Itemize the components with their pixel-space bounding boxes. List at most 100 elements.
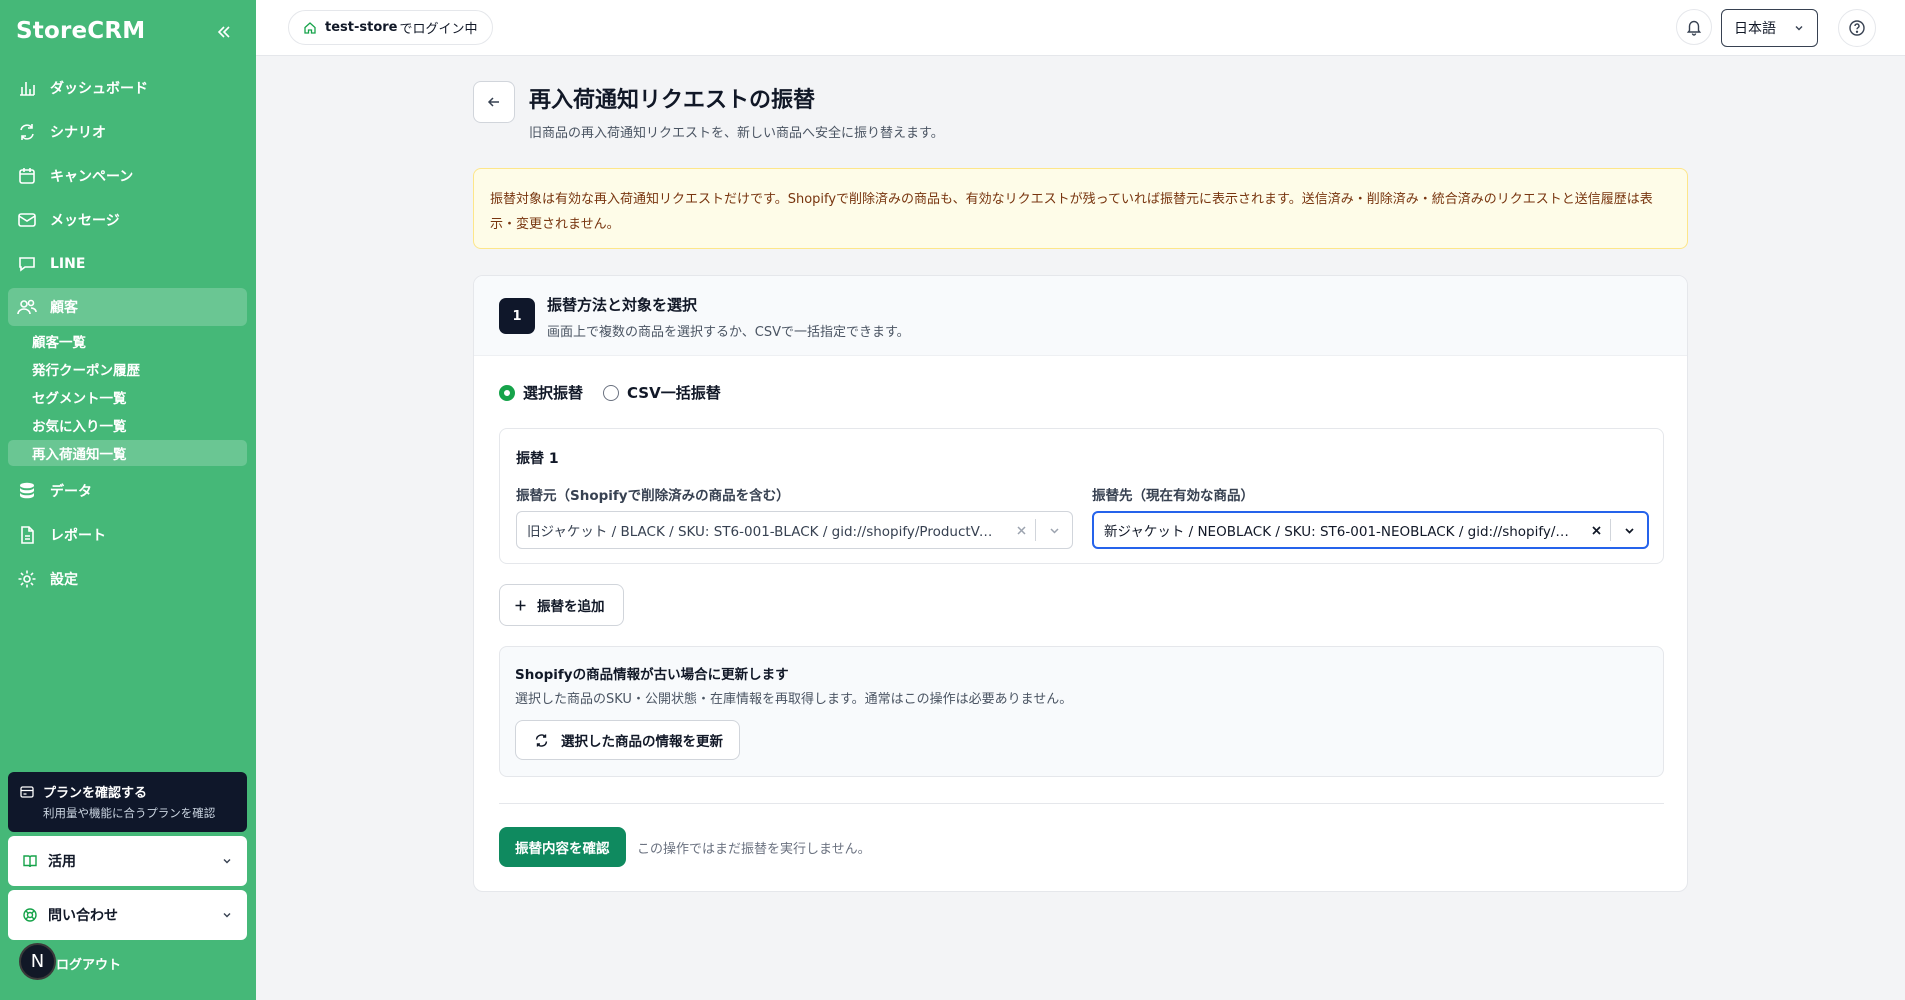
gear-icon <box>16 568 38 590</box>
sidebar: StoreCRM ダッシュボード シナリオ キャンペーン メッセージ LINE … <box>0 0 256 1000</box>
radio-csv-transfer[interactable] <box>603 384 620 401</box>
support-icon <box>22 907 38 923</box>
bell-icon <box>1685 18 1703 36</box>
nav-item-settings[interactable]: 設定 <box>8 560 247 598</box>
refresh-panel-title: Shopifyの商品情報が古い場合に更新します <box>515 667 789 683</box>
calendar-icon <box>16 165 38 187</box>
credit-card-icon <box>20 785 34 798</box>
add-transfer-label: 振替を追加 <box>537 599 605 615</box>
logout-link[interactable]: ログアウト <box>56 954 121 973</box>
sub-item-label: 発行クーポン履歴 <box>32 363 140 379</box>
source-product-select[interactable]: 旧ジャケット / BLACK / SKU: ST6-001-BLACK / gi… <box>516 511 1073 549</box>
chat-icon <box>16 253 38 275</box>
radio-label[interactable]: 選択振替 <box>523 382 583 403</box>
radio-selection-transfer[interactable] <box>499 384 515 401</box>
add-transfer-button[interactable]: 振替を追加 <box>499 584 624 626</box>
language-value: 日本語 <box>1734 21 1776 37</box>
accordion-label: 活用 <box>48 854 76 870</box>
target-product-value: 新ジャケット / NEOBLACK / SKU: ST6-001-NEOBLAC… <box>1104 524 1582 540</box>
nav-item-scenario[interactable]: シナリオ <box>8 113 247 151</box>
nav-item-customers[interactable]: 顧客 <box>8 288 247 326</box>
plus-icon <box>514 599 527 612</box>
nav-item-label: レポート <box>50 528 106 544</box>
nav-item-campaign[interactable]: キャンペーン <box>8 157 247 195</box>
nav-item-label: キャンペーン <box>50 169 134 185</box>
help-icon <box>1848 19 1866 37</box>
nav-item-label: データ <box>50 484 92 500</box>
users-icon <box>16 296 38 318</box>
refresh-icon <box>16 121 38 143</box>
step-number: 1 <box>499 298 535 334</box>
transfer-mode-group: 選択振替 CSV一括振替 <box>499 382 741 403</box>
confirm-note: この操作ではまだ振替を実行しません。 <box>637 842 871 857</box>
plan-subtitle: 利用量や機能に合うプランを確認 <box>43 806 216 820</box>
collapse-sidebar-icon[interactable] <box>214 22 234 42</box>
accordion-label: 問い合わせ <box>48 908 118 924</box>
sub-item-restock-notifications[interactable]: 再入荷通知一覧 <box>8 440 247 466</box>
nav-item-message[interactable]: メッセージ <box>8 201 247 239</box>
store-indicator[interactable]: test-store でログイン中 <box>288 10 493 45</box>
sub-item-label: セグメント一覧 <box>32 391 127 407</box>
book-icon <box>22 853 38 869</box>
divider <box>499 803 1664 804</box>
info-notice: 振替対象は有効な再入荷通知リクエストだけです。Shopifyで削除済みの商品も、… <box>473 168 1688 249</box>
accordion-contact[interactable]: 問い合わせ <box>8 890 247 940</box>
clear-icon[interactable] <box>1582 525 1610 536</box>
product-refresh-panel: Shopifyの商品情報が古い場合に更新します 選択した商品のSKU・公開状態・… <box>499 646 1664 777</box>
bar-chart-icon <box>16 77 38 99</box>
sub-item-label: お気に入り一覧 <box>32 419 127 435</box>
clear-icon[interactable] <box>1007 525 1035 536</box>
confirm-transfer-button[interactable]: 振替内容を確認 <box>499 827 626 867</box>
store-name: test-store <box>325 20 398 35</box>
home-icon <box>303 21 317 35</box>
refresh-products-label: 選択した商品の情報を更新 <box>561 734 723 750</box>
avatar[interactable]: N <box>19 943 56 980</box>
plan-card[interactable]: プランを確認する 利用量や機能に合うプランを確認 <box>8 772 247 832</box>
app-logo[interactable]: StoreCRM <box>16 18 145 44</box>
sub-item-customer-list[interactable]: 顧客一覧 <box>8 328 247 354</box>
sub-item-coupon-history[interactable]: 発行クーポン履歴 <box>8 356 247 382</box>
sub-item-segments[interactable]: セグメント一覧 <box>8 384 247 410</box>
nav-item-label: メッセージ <box>50 213 120 229</box>
sub-item-favorites[interactable]: お気に入り一覧 <box>8 412 247 438</box>
file-icon <box>16 524 38 546</box>
notifications-button[interactable] <box>1676 9 1712 45</box>
top-bar: test-store でログイン中 日本語 <box>256 0 1905 56</box>
chevron-down-icon[interactable] <box>1611 524 1647 537</box>
language-select[interactable]: 日本語 <box>1721 9 1818 47</box>
nav-item-dashboard[interactable]: ダッシュボード <box>8 69 247 107</box>
nav-item-data[interactable]: データ <box>8 472 247 510</box>
sub-item-label: 再入荷通知一覧 <box>32 447 127 463</box>
chevron-down-icon <box>1793 22 1805 34</box>
nav-item-label: LINE <box>50 256 86 272</box>
plan-title: プランを確認する <box>43 786 148 801</box>
transfer-row: 振替 1 振替元（Shopifyで削除済みの商品を含む） 振替先（現在有効な商品… <box>499 428 1664 564</box>
source-label: 振替元（Shopifyで削除済みの商品を含む） <box>516 488 790 504</box>
card-header: 1 振替方法と対象を選択 画面上で複数の商品を選択するか、CSVで一括指定できま… <box>474 276 1687 356</box>
help-button[interactable] <box>1838 9 1876 47</box>
page-title: 再入荷通知リクエストの振替 <box>529 88 816 113</box>
target-label: 振替先（現在有効な商品） <box>1092 488 1254 504</box>
accordion-usage[interactable]: 活用 <box>8 836 247 886</box>
mail-icon <box>16 209 38 231</box>
refresh-icon <box>534 733 549 748</box>
store-login-suffix: でログイン中 <box>399 22 478 37</box>
source-product-value: 旧ジャケット / BLACK / SKU: ST6-001-BLACK / gi… <box>527 524 1007 540</box>
nav-item-report[interactable]: レポート <box>8 516 247 554</box>
chevron-down-icon <box>221 909 233 921</box>
nav-item-line[interactable]: LINE <box>8 245 247 283</box>
transfer-row-title: 振替 1 <box>516 451 559 467</box>
nav-item-label: 設定 <box>50 572 78 588</box>
refresh-products-button[interactable]: 選択した商品の情報を更新 <box>515 720 740 760</box>
back-button[interactable] <box>473 81 515 123</box>
step-title: 振替方法と対象を選択 <box>547 296 698 314</box>
step-subtitle: 画面上で複数の商品を選択するか、CSVで一括指定できます。 <box>547 325 910 340</box>
page-subtitle: 旧商品の再入荷通知リクエストを、新しい商品へ安全に振り替えます。 <box>529 126 944 141</box>
chevron-down-icon[interactable] <box>1036 524 1072 537</box>
target-product-select[interactable]: 新ジャケット / NEOBLACK / SKU: ST6-001-NEOBLAC… <box>1092 511 1649 549</box>
sub-item-label: 顧客一覧 <box>32 335 86 351</box>
radio-label[interactable]: CSV一括振替 <box>627 382 721 403</box>
nav-item-label: 顧客 <box>50 300 78 316</box>
database-icon <box>16 480 38 502</box>
nav-item-label: ダッシュボード <box>50 81 148 97</box>
